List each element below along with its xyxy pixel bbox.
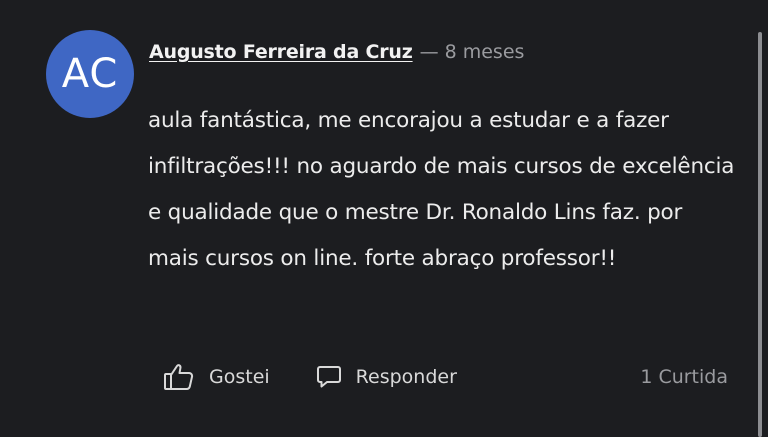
reply-label: Responder bbox=[355, 366, 457, 388]
likes-count[interactable]: 1 Curtida bbox=[640, 366, 728, 388]
speech-bubble-icon bbox=[316, 364, 342, 390]
comment-age: 8 meses bbox=[444, 41, 525, 63]
avatar[interactable]: AC bbox=[46, 30, 134, 118]
header-separator: — bbox=[419, 41, 439, 63]
comment-card: AC Augusto Ferreira da Cruz — 8 meses au… bbox=[0, 0, 768, 437]
author-name-link[interactable]: Augusto Ferreira da Cruz bbox=[149, 41, 413, 63]
like-button[interactable]: Gostei bbox=[163, 362, 270, 392]
like-label: Gostei bbox=[209, 366, 270, 388]
reply-button[interactable]: Responder bbox=[316, 364, 457, 390]
avatar-initials: AC bbox=[61, 51, 119, 97]
comment-actions: Gostei Responder 1 Curtida bbox=[163, 360, 728, 394]
scrollbar[interactable] bbox=[758, 32, 762, 437]
thumbs-up-icon bbox=[163, 362, 195, 392]
comment-header: Augusto Ferreira da Cruz — 8 meses bbox=[149, 38, 524, 66]
comment-body: aula fantástica, me encorajou a estudar … bbox=[148, 108, 735, 271]
